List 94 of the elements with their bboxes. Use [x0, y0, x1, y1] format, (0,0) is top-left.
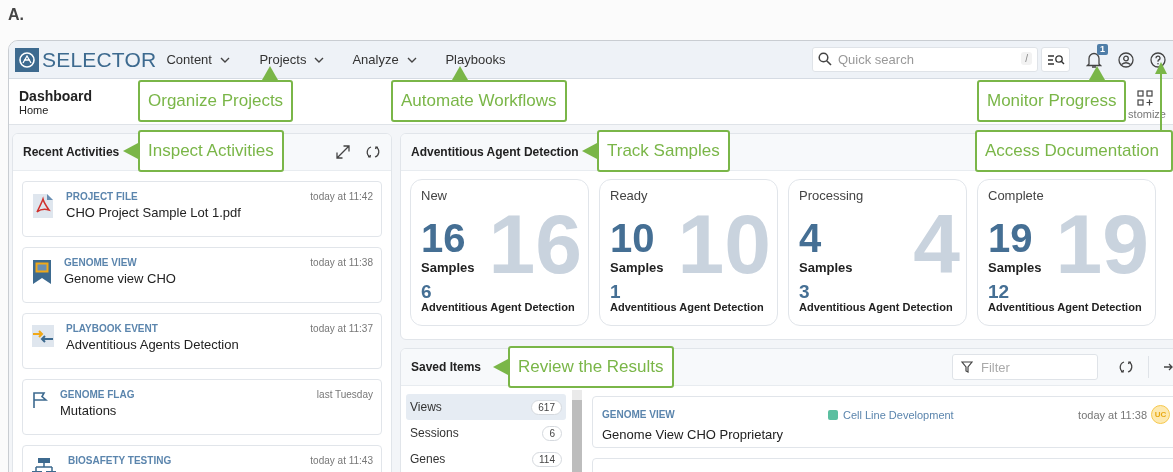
- sample-unit: Samples: [421, 260, 475, 275]
- saved-item-card[interactable]: GENOME VIEW Cell Line Development today at 11:38 UC Genome View CHO Proprietary: [592, 396, 1173, 448]
- activity-card[interactable]: BIOSAFETY TESTING today at 11:43: [22, 445, 382, 472]
- sub-label: Adventitious Agent Detection: [799, 301, 953, 313]
- callout: Inspect Activities: [138, 130, 284, 172]
- callout-pointer-icon: [582, 143, 597, 159]
- callout-pointer-icon: [493, 359, 508, 375]
- sample-unit: Samples: [799, 260, 853, 275]
- category-item[interactable]: Views 617: [406, 394, 566, 420]
- pdf-file-icon: [32, 193, 54, 219]
- page-title: Dashboard: [19, 87, 93, 104]
- logo-icon: [15, 47, 39, 72]
- sub-label: Adventitious Agent Detection: [421, 301, 575, 313]
- callout-pointer-icon: [262, 66, 278, 80]
- activity-type: GENOME FLAG: [60, 389, 135, 400]
- sample-count: 4: [799, 218, 822, 258]
- refresh-icon[interactable]: [1118, 359, 1134, 375]
- activity-time: today at 11:43: [310, 455, 373, 466]
- sub-count: 3: [799, 282, 810, 301]
- item-type: GENOME VIEW: [602, 409, 676, 420]
- notification-count: 1: [1097, 43, 1108, 55]
- help-icon[interactable]: [1150, 51, 1166, 68]
- logo-text[interactable]: SELECTOR: [42, 47, 157, 72]
- advanced-search-button[interactable]: [1041, 47, 1070, 72]
- expand-icon[interactable]: [335, 144, 351, 160]
- activity-type: BIOSAFETY TESTING: [68, 455, 172, 466]
- nav-menu-item[interactable]: Content: [166, 52, 212, 67]
- panel-title: Recent Activities: [23, 145, 120, 159]
- activity-time: today at 11:42: [310, 191, 373, 202]
- sub-count: 6: [421, 282, 432, 301]
- search-icon: [818, 52, 832, 66]
- callout: Review the Results: [508, 346, 674, 388]
- nav-menu-item[interactable]: Playbooks: [445, 52, 506, 67]
- activity-type: GENOME VIEW: [64, 257, 137, 268]
- figure-label: A.: [8, 6, 24, 24]
- flag-icon: [32, 391, 48, 409]
- status-label: New: [421, 188, 447, 203]
- activity-time: last Tuesday: [316, 389, 373, 400]
- filter-icon: [961, 361, 973, 373]
- nav-menu-item[interactable]: Projects: [259, 52, 307, 67]
- callout: Organize Projects: [138, 80, 294, 122]
- sample-count: 10: [610, 218, 655, 258]
- activity-card[interactable]: GENOME FLAG last Tuesday Mutations: [22, 379, 382, 435]
- sub-count: 1: [610, 282, 621, 301]
- user-account-icon[interactable]: [1118, 51, 1134, 68]
- sample-unit: Samples: [988, 260, 1042, 275]
- project-tag[interactable]: Cell Line Development: [843, 408, 954, 421]
- sample-count: 16: [421, 218, 466, 258]
- breadcrumb[interactable]: Home: [19, 103, 93, 116]
- item-name: Genome View CHO Proprietary: [602, 427, 785, 442]
- activity-time: today at 11:37: [310, 323, 373, 334]
- callout-pointer-icon: [123, 143, 138, 159]
- sub-count: 12: [988, 282, 1010, 301]
- refresh-icon[interactable]: [365, 144, 381, 160]
- activity-card[interactable]: GENOME VIEW today at 11:38 Genome view CHO: [22, 247, 382, 303]
- category-item[interactable]: Sessions 6: [406, 420, 566, 446]
- item-time: today at 11:38: [1078, 408, 1147, 421]
- chevron-down-icon[interactable]: [406, 56, 417, 63]
- chevron-down-icon[interactable]: [219, 56, 230, 63]
- exchange-arrows-icon: [32, 325, 54, 347]
- activity-type: PROJECT FILE: [66, 191, 138, 202]
- notification-bell-icon[interactable]: [1086, 50, 1102, 69]
- callout-pointer-icon: [1089, 66, 1105, 80]
- nav-menu-item[interactable]: Analyze: [352, 52, 399, 67]
- activity-card[interactable]: PROJECT FILE today at 11:42 CHO Project Sample Lot 1.pdf: [22, 181, 382, 237]
- activity-name: Adventitious Agents Detection: [66, 337, 240, 352]
- callout: Monitor Progress: [977, 80, 1127, 122]
- list-search-icon: [1046, 53, 1065, 66]
- activity-time: today at 11:38: [310, 257, 373, 268]
- category-item[interactable]: Genes 114: [406, 446, 566, 472]
- status-label: Processing: [799, 188, 864, 203]
- activity-name: Genome view CHO: [64, 271, 177, 286]
- sub-label: Adventitious Agent Detection: [610, 301, 764, 313]
- user-avatar: UC: [1151, 405, 1170, 424]
- filter-field[interactable]: Filter: [952, 354, 1098, 380]
- bookmark-screen-icon: [32, 259, 52, 285]
- activity-name: Mutations: [60, 403, 118, 418]
- status-label: Complete: [988, 188, 1044, 203]
- shortcut-key: /: [1021, 52, 1032, 65]
- callout: Automate Workflows: [391, 80, 567, 122]
- panel-title: Saved Items: [411, 360, 482, 374]
- panel-title: Adventitious Agent Detection: [411, 145, 579, 159]
- chevron-down-icon[interactable]: [314, 56, 325, 63]
- callout: Access Documentation: [975, 130, 1173, 172]
- activity-type: PLAYBOOK EVENT: [66, 323, 158, 334]
- customize-grid-icon[interactable]: [1137, 89, 1153, 106]
- sample-count: 19: [988, 218, 1033, 258]
- activity-card[interactable]: PLAYBOOK EVENT today at 11:37 Adventitious Agents Detection: [22, 313, 382, 369]
- sample-unit: Samples: [610, 260, 664, 275]
- activity-name: CHO Project Sample Lot 1.pdf: [66, 205, 242, 220]
- status-label: Ready: [610, 188, 648, 203]
- sub-label: Adventitious Agent Detection: [988, 301, 1142, 313]
- callout-pointer-icon: [452, 66, 468, 80]
- callout: Track Samples: [597, 130, 730, 172]
